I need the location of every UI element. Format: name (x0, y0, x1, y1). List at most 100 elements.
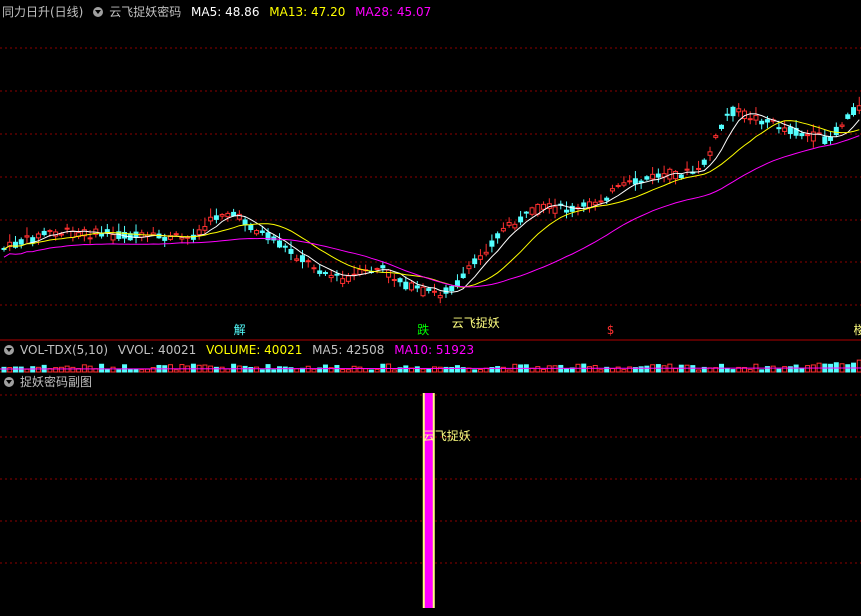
volume-bar (248, 366, 254, 373)
volume-bar (673, 367, 679, 373)
candle-body (162, 237, 168, 241)
volume-bar (770, 365, 776, 373)
volume-bar (225, 368, 231, 373)
candle-body (477, 255, 483, 260)
volume-bar (282, 366, 288, 373)
volume-bar (782, 366, 788, 373)
candle-body (632, 178, 638, 185)
candle-body (299, 255, 305, 263)
candle-body (47, 230, 53, 233)
volume-bar (12, 366, 18, 373)
candle-body (627, 180, 633, 183)
volume-bar (386, 363, 392, 373)
candle-body (506, 221, 512, 226)
volume-bar (391, 369, 397, 373)
candle-body (334, 273, 340, 276)
volume-bar (127, 369, 133, 373)
volume-bar (271, 369, 277, 373)
candle-body (18, 239, 24, 245)
candle-body (242, 219, 248, 226)
volume-bar (145, 368, 150, 373)
volume-bar (564, 368, 570, 373)
volume-bar (776, 368, 782, 373)
candle-body (518, 216, 524, 223)
candle-body (179, 236, 185, 240)
candle-body (437, 295, 443, 299)
volume-bar (110, 366, 116, 373)
ma28-line (3, 135, 860, 288)
volume-bar (104, 368, 110, 373)
candle-body (460, 273, 466, 279)
candle-body (254, 230, 260, 235)
chart-marker-label: 跌 (417, 322, 429, 337)
candle-body (512, 223, 518, 229)
volume-bar (179, 364, 185, 373)
chart-marker-label: 楼 (854, 322, 861, 337)
candle-body (581, 202, 587, 207)
candle-body (328, 274, 334, 279)
candle-body (839, 124, 845, 127)
volume-bar (552, 365, 558, 373)
candle-body (305, 260, 311, 263)
volume-bar (99, 363, 105, 373)
vol-ma10-line (0, 367, 861, 370)
candle-body (845, 114, 851, 119)
signal-bar-inner (424, 393, 433, 608)
candle-body (409, 282, 415, 291)
stock-chart[interactable]: 解跌云飞捉妖 $ 楼云飞捉妖 (0, 0, 861, 616)
volume-bar (116, 369, 122, 373)
candle-body (678, 174, 684, 179)
volume-bar (644, 365, 650, 373)
candle-body (345, 275, 351, 282)
volume-bar (24, 368, 30, 373)
volume-bar (173, 369, 179, 373)
volume-bar (213, 366, 219, 373)
volume-bar (420, 368, 426, 373)
volume-bar (759, 369, 765, 373)
candle-body (747, 118, 753, 121)
volume-bar (351, 365, 357, 373)
candle-body (787, 126, 793, 135)
candle-body (213, 215, 219, 220)
candle-body (753, 115, 759, 121)
candle-body (311, 267, 317, 270)
candle-body (472, 258, 478, 265)
candle-body (655, 173, 661, 178)
volume-bar (357, 366, 363, 373)
candle-body (443, 287, 449, 294)
volume-bar (506, 369, 512, 373)
candle-body (41, 230, 47, 236)
chart-marker-label: 解 (234, 323, 246, 337)
volume-bar (724, 368, 730, 373)
volume-bar (368, 369, 374, 373)
volume-bar (546, 365, 552, 373)
volume-bar (472, 369, 478, 373)
volume-bar (53, 367, 59, 373)
candle-body (805, 134, 811, 137)
candle-body (196, 229, 202, 236)
candle-body (495, 233, 501, 239)
candle-body (759, 120, 765, 125)
volume-bar (363, 368, 369, 373)
candle-body (403, 281, 409, 290)
volume-bar (799, 368, 805, 373)
candle-body (650, 173, 656, 180)
candle-body (110, 234, 116, 241)
candle-body (420, 286, 426, 297)
candle-body (638, 180, 644, 183)
candle-body (586, 201, 592, 208)
volume-bar (133, 368, 139, 373)
candle-body (609, 188, 615, 192)
ma5-line (3, 113, 860, 293)
volume-bar (690, 365, 696, 373)
candle-body (150, 232, 156, 236)
candle-body (190, 234, 196, 240)
chart-marker-label: 云飞捉妖 (452, 315, 500, 330)
candle-body (248, 224, 254, 231)
candle-body (24, 235, 30, 238)
candle-body (277, 240, 283, 248)
candle-body (856, 105, 861, 111)
volume-bar (259, 369, 265, 373)
candle-body (357, 269, 363, 275)
volume-bar (621, 369, 627, 373)
